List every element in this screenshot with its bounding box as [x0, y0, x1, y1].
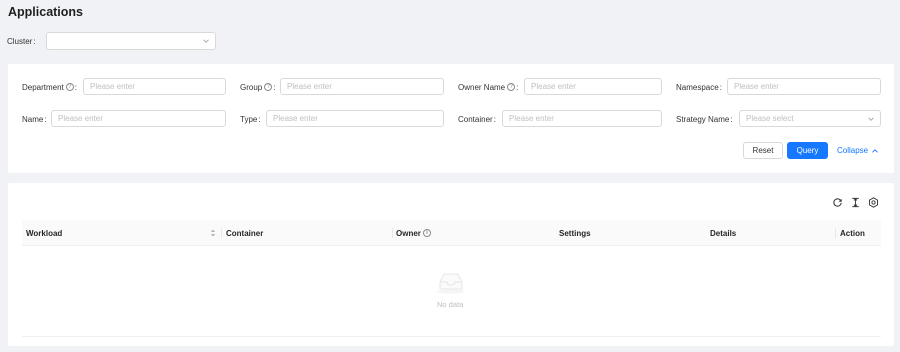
chevron-down-icon [203, 39, 209, 43]
department-label: Department ?: [22, 82, 78, 92]
strategy-name-label: Strategy Name: [676, 114, 733, 124]
strategy-name-label-text: Strategy Name [676, 114, 730, 124]
question-circle-icon[interactable]: ? [507, 83, 516, 91]
table-panel [8, 183, 894, 346]
chevron-up-icon [872, 148, 878, 153]
type-label: Type: [240, 114, 261, 124]
column-divider [835, 228, 836, 238]
table-bottom-border [22, 336, 881, 337]
strategy-name-placeholder: Please select [746, 114, 794, 123]
name-label-text: Name [22, 114, 44, 124]
column-divider [221, 228, 222, 238]
column-details-label: Details [710, 228, 737, 238]
column-action[interactable]: Action [840, 220, 865, 246]
cluster-select[interactable] [46, 32, 216, 50]
reload-icon[interactable] [831, 196, 843, 208]
owner-name-label-text: Owner Name [458, 82, 506, 92]
question-circle-icon[interactable]: ? [65, 83, 74, 91]
reset-button[interactable]: Reset [743, 142, 783, 159]
cluster-label: Cluster: [7, 36, 36, 46]
query-button[interactable]: Query [787, 142, 828, 159]
collapse-link[interactable]: Collapse [837, 145, 879, 156]
namespace-label: Namespace: [676, 82, 722, 92]
column-divider [392, 228, 393, 238]
column-settings[interactable]: Settings [559, 220, 591, 246]
column-workload-label: Workload [26, 228, 63, 238]
sort-icon[interactable] [210, 228, 216, 240]
table-header [22, 220, 881, 246]
empty-inbox-icon [435, 272, 467, 296]
column-container-label: Container [226, 228, 264, 238]
question-circle-icon[interactable]: ? [264, 83, 273, 91]
empty-text: No data [437, 300, 464, 309]
container-label: Container: [458, 114, 496, 124]
column-owner[interactable]: Owner i [396, 220, 431, 246]
namespace-input[interactable]: Please enter [727, 78, 881, 95]
group-label-text: Group [240, 82, 263, 92]
group-label: Group ?: [240, 82, 276, 92]
department-input[interactable]: Please enter [83, 78, 226, 95]
column-height-icon[interactable] [849, 196, 861, 208]
department-label-text: Department [22, 82, 64, 92]
column-owner-label: Owner [396, 228, 421, 238]
name-input[interactable]: Please enter [51, 110, 226, 127]
group-input[interactable]: Please enter [280, 78, 444, 95]
cluster-label-text: Cluster [7, 36, 33, 46]
collapse-label: Collapse [837, 146, 869, 155]
owner-name-label: Owner Name ?: [458, 82, 519, 92]
column-container[interactable]: Container [226, 220, 263, 246]
owner-name-input[interactable]: Please enter [524, 78, 662, 95]
info-circle-icon[interactable]: i [422, 229, 431, 237]
column-details[interactable]: Details [710, 220, 736, 246]
column-workload[interactable]: Workload [26, 220, 62, 246]
container-input[interactable]: Please enter [502, 110, 662, 127]
name-label: Name: [22, 114, 47, 124]
namespace-label-text: Namespace [676, 82, 719, 92]
chevron-down-icon [868, 116, 874, 121]
strategy-name-select[interactable]: Please select [739, 110, 881, 127]
page-title: Applications [8, 5, 84, 19]
column-settings-label: Settings [559, 228, 591, 238]
settings-icon[interactable] [867, 196, 879, 208]
column-action-label: Action [840, 228, 865, 238]
container-label-text: Container [458, 114, 493, 124]
type-label-text: Type [240, 114, 258, 124]
type-input[interactable]: Please enter [266, 110, 444, 127]
